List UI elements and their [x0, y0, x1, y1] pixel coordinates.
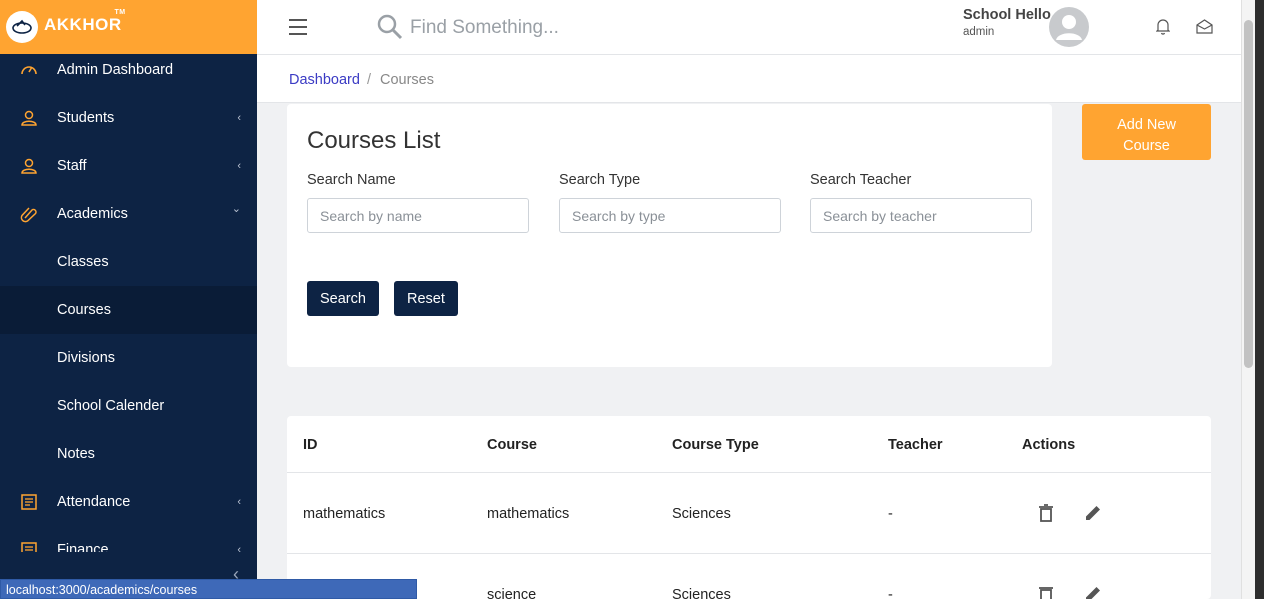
cell-teacher: - [888, 587, 893, 599]
sidebar-item-school-calender[interactable]: School Calender [0, 382, 257, 430]
status-url: localhost:3000/academics/courses [0, 579, 417, 599]
sidebar-item-attendance[interactable]: Attendance ‹ [0, 478, 257, 526]
column-header-teacher[interactable]: Teacher [888, 437, 943, 453]
user-role: admin [963, 26, 995, 38]
table-header-divider [287, 472, 1211, 473]
sidebar-item-label: Finance [57, 542, 109, 552]
sidebar-item-courses[interactable]: Courses [0, 286, 257, 334]
search-button[interactable]: Search [307, 281, 379, 316]
search-type-input[interactable] [559, 198, 781, 233]
courses-filter-card: Courses List Search Name Search Type Sea… [287, 104, 1052, 367]
user-name[interactable]: School Hello [963, 7, 1051, 23]
search-teacher-label: Search Teacher [810, 172, 912, 188]
hamburger-menu-icon[interactable] [289, 19, 307, 35]
mail-icon[interactable] [1196, 18, 1213, 35]
breadcrumb-current: Courses [380, 72, 434, 88]
add-button-line2: Course [1123, 137, 1170, 154]
sidebar-item-label: Students [57, 110, 115, 126]
cell-course-type: Sciences [672, 506, 731, 522]
window-edge [1255, 0, 1264, 599]
list-icon [21, 494, 37, 510]
sidebar-item-notes[interactable]: Notes [0, 430, 257, 478]
cell-id: mathematics [303, 506, 386, 522]
edit-icon[interactable] [1084, 585, 1102, 599]
staff-icon [21, 158, 37, 174]
sidebar-item-staff[interactable]: Staff ‹ [0, 142, 257, 190]
sidebar-item-label: Staff [57, 158, 87, 174]
logo-text[interactable]: AKKHOR TM [44, 9, 125, 35]
sidebar-item-students[interactable]: Students ‹ [0, 94, 257, 142]
cell-course: science [487, 587, 537, 599]
cell-course-type: Sciences [672, 587, 731, 599]
avatar[interactable] [1049, 7, 1089, 47]
scrollbar-thumb[interactable] [1244, 20, 1253, 368]
trademark: TM [114, 9, 126, 16]
cell-course: mathematics [487, 506, 570, 522]
sidebar-item-label: Courses [57, 302, 111, 318]
sidebar-item-label: School Calender [57, 398, 165, 414]
global-search-input[interactable]: Find Something... [410, 17, 559, 39]
edit-icon[interactable] [1084, 504, 1102, 522]
courses-table: ID Course Course Type Teacher Actions ma… [287, 416, 1211, 599]
speedometer-icon [21, 66, 37, 75]
breadcrumb: Dashboard / Courses [257, 55, 1241, 103]
sidebar-item-label: Notes [57, 446, 95, 462]
sidebar-nav: Admin Dashboard Students ‹ Staff ‹ Acade… [0, 46, 257, 552]
sidebar-item-label: Academics [57, 206, 128, 222]
sidebar-item-label: Admin Dashboard [57, 62, 174, 78]
search-teacher-input[interactable] [810, 198, 1032, 233]
table-row-divider [287, 553, 1211, 554]
column-header-course[interactable]: Course [487, 437, 537, 453]
logo-icon[interactable] [6, 11, 38, 43]
chevron-left-icon: ‹ [237, 544, 241, 552]
delete-icon[interactable] [1038, 585, 1054, 599]
breadcrumb-dashboard-link[interactable]: Dashboard [289, 72, 360, 88]
chevron-left-icon: ‹ [237, 112, 241, 124]
paperclip-icon [20, 207, 37, 223]
sidebar-item-divisions[interactable]: Divisions [0, 334, 257, 382]
sidebar-item-label: Classes [57, 254, 109, 270]
breadcrumb-separator: / [367, 72, 372, 88]
sidebar-item-academics[interactable]: Academics ⌄ [0, 190, 257, 238]
reset-button[interactable]: Reset [394, 281, 458, 316]
add-button-line1: Add New [1117, 116, 1176, 133]
list-icon [21, 542, 37, 552]
cell-teacher: - [888, 506, 893, 522]
search-name-label: Search Name [307, 172, 396, 188]
sidebar-item-label: Attendance [57, 494, 131, 510]
sidebar-item-finance[interactable]: Finance ‹ [0, 526, 257, 552]
sidebar: Admin Dashboard Students ‹ Staff ‹ Acade… [0, 0, 257, 599]
chevron-down-icon: ⌄ [231, 203, 241, 215]
add-new-course-button[interactable]: Add New Course [1082, 104, 1211, 160]
column-header-actions: Actions [1022, 437, 1076, 453]
sidebar-item-classes[interactable]: Classes [0, 238, 257, 286]
students-icon [21, 110, 37, 126]
bell-icon[interactable] [1156, 18, 1170, 35]
page-title: Courses List [307, 127, 441, 154]
search-type-label: Search Type [559, 172, 641, 188]
search-icon [377, 14, 403, 40]
column-header-course-type[interactable]: Course Type [672, 437, 759, 453]
sidebar-item-label: Divisions [57, 350, 116, 366]
logo-bar: AKKHOR TM [0, 0, 257, 54]
search-name-input[interactable] [307, 198, 529, 233]
chevron-left-icon: ‹ [237, 496, 241, 508]
chevron-left-icon: ‹ [237, 160, 241, 172]
delete-icon[interactable] [1038, 504, 1054, 522]
top-bar: Find Something... School Hello admin [257, 0, 1241, 55]
column-header-id[interactable]: ID [303, 437, 318, 453]
